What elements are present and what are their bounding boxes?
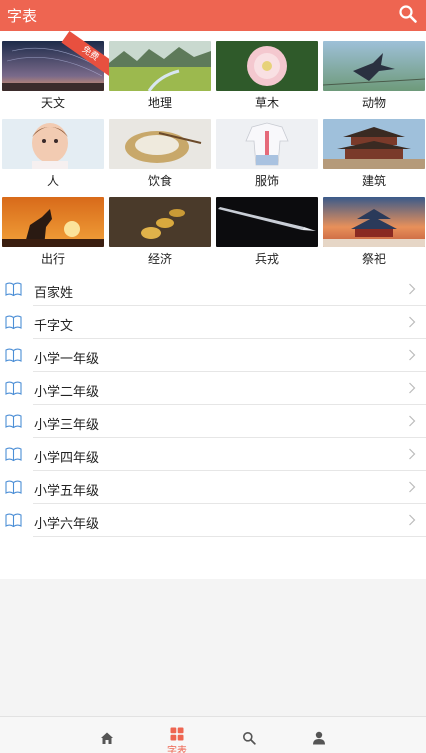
category-label: 天文 (40, 96, 65, 110)
book-icon (5, 414, 22, 429)
tab-profile[interactable] (284, 717, 354, 753)
list-item-label: 小学一年级 (34, 352, 100, 367)
book-icon (5, 480, 22, 495)
category-label: 祭祀 (361, 252, 386, 266)
list-item[interactable]: 小学二年级 (0, 372, 426, 405)
category-label: 兵戎 (254, 252, 279, 266)
worship-thumbnail (323, 197, 425, 247)
book-icon (5, 348, 22, 363)
tab-search[interactable] (214, 717, 284, 753)
clothing-thumbnail (216, 119, 318, 169)
chevron-right-icon (409, 415, 416, 427)
chevron-right-icon (409, 382, 416, 394)
travel-thumbnail (2, 197, 104, 247)
geography-thumbnail (109, 41, 211, 91)
bottom-tab-bar: 字表 (0, 716, 426, 753)
category-tile-animals[interactable]: 动物 (323, 41, 425, 111)
category-tile-economy[interactable]: 经济 (109, 197, 211, 267)
list-item[interactable]: 千字文 (0, 306, 426, 339)
wordlist-list: 百家姓 千字文 小学一年级 小学二年级 小学三年级 小学四年级 小学五年级 小学… (0, 273, 426, 537)
home-icon (101, 732, 113, 744)
chevron-right-icon (409, 514, 416, 526)
architecture-thumbnail (323, 119, 425, 169)
tab-char-table[interactable]: 字表 (142, 717, 212, 753)
animals-thumbnail (323, 41, 425, 91)
search-icon[interactable] (398, 4, 418, 24)
category-tile-architecture[interactable]: 建筑 (323, 119, 425, 189)
category-tile-people[interactable]: 人 (2, 119, 104, 189)
food-thumbnail (109, 119, 211, 169)
user-icon (313, 731, 325, 745)
category-tile-worship[interactable]: 祭祀 (323, 197, 425, 267)
category-tile-food[interactable]: 饮食 (109, 119, 211, 189)
category-tile-plants[interactable]: 草木 (216, 41, 318, 111)
people-thumbnail (2, 119, 104, 169)
list-item-label: 小学六年级 (34, 517, 100, 532)
book-icon (5, 381, 22, 396)
list-item[interactable]: 小学三年级 (0, 405, 426, 438)
top-bar: 字表 (0, 0, 426, 31)
category-tile-military[interactable]: 兵戎 (216, 197, 318, 267)
category-label: 人 (46, 174, 59, 188)
category-label: 建筑 (361, 174, 386, 188)
category-tile-clothing[interactable]: 服饰 (216, 119, 318, 189)
book-icon (5, 447, 22, 462)
category-label: 出行 (40, 252, 65, 266)
grid-icon (170, 727, 184, 741)
list-item-label: 千字文 (34, 319, 74, 334)
list-item-label: 小学二年级 (34, 385, 100, 400)
category-label: 地理 (147, 96, 172, 110)
military-thumbnail (216, 197, 318, 247)
category-tile-geography[interactable]: 地理 (109, 41, 211, 111)
book-icon (5, 282, 22, 297)
list-item[interactable]: 小学六年级 (0, 504, 426, 537)
category-label: 饮食 (147, 174, 172, 188)
category-label: 动物 (361, 96, 386, 110)
book-icon (5, 315, 22, 330)
chevron-right-icon (409, 316, 416, 328)
main-content: 免费 天文 地理 草木 动物 人 饮食 服饰 建筑 出行 经济 兵戎 祭祀 百家… (0, 31, 426, 579)
category-label: 服饰 (254, 174, 279, 188)
list-item[interactable]: 小学一年级 (0, 339, 426, 372)
search-icon (243, 732, 256, 745)
tab-home[interactable] (72, 717, 142, 753)
category-label: 草木 (254, 96, 279, 110)
chevron-right-icon (409, 448, 416, 460)
economy-thumbnail (109, 197, 211, 247)
tab-label: 字表 (167, 746, 187, 753)
list-item-label: 小学四年级 (34, 451, 100, 466)
category-label: 经济 (147, 252, 172, 266)
book-icon (5, 513, 22, 528)
list-item[interactable]: 小学四年级 (0, 438, 426, 471)
list-item-label: 小学三年级 (34, 418, 100, 433)
divider (33, 536, 426, 537)
list-item[interactable]: 百家姓 (0, 273, 426, 306)
chevron-right-icon (409, 349, 416, 361)
plants-thumbnail (216, 41, 318, 91)
list-item-label: 百家姓 (34, 286, 74, 301)
list-item-label: 小学五年级 (34, 484, 100, 499)
category-tile-astronomy[interactable]: 免费 天文 (2, 31, 119, 111)
chevron-right-icon (409, 283, 416, 295)
list-item[interactable]: 小学五年级 (0, 471, 426, 504)
page-title: 字表 (7, 7, 38, 25)
category-tile-travel[interactable]: 出行 (2, 197, 104, 267)
chevron-right-icon (409, 481, 416, 493)
